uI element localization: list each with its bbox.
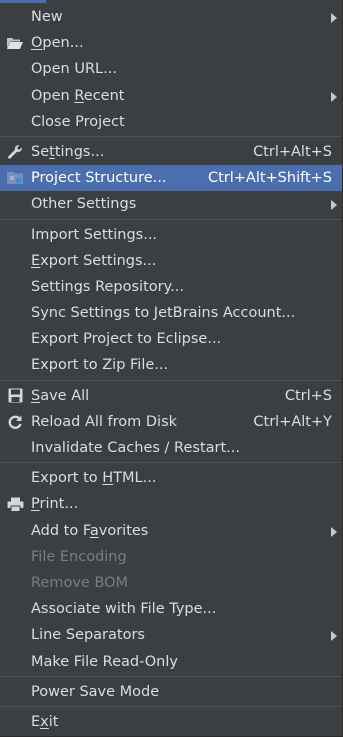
menu-item-label: Sync Settings to JetBrains Account... <box>31 305 296 322</box>
shortcut-label: Ctrl+Alt+S <box>253 143 332 160</box>
menu-item-label: Export Settings... <box>31 252 157 269</box>
wrench-icon <box>5 139 25 165</box>
menu-item-label: Line Separators <box>31 627 145 644</box>
menu-item-open-recent[interactable]: Open Recent <box>0 83 342 109</box>
menu-item-label: Export to Zip File... <box>31 357 169 374</box>
menu-item-label: Remove BOM <box>31 574 129 591</box>
menu-item-make-read-only[interactable]: Make File Read-Only <box>0 649 342 675</box>
menu-item-import-settings[interactable]: Import Settings... <box>0 222 342 248</box>
menu-item-power-save-mode[interactable]: Power Save Mode <box>0 679 342 705</box>
menu-item-other-settings[interactable]: Other Settings <box>0 191 342 217</box>
submenu-arrow-icon <box>331 526 337 537</box>
menu-item-label: Open Recent <box>31 87 125 104</box>
menu-item-reload-all[interactable]: Reload All from Disk Ctrl+Alt+Y <box>0 409 342 435</box>
menu-item-export-eclipse[interactable]: Export Project to Eclipse... <box>0 326 342 352</box>
menu-item-settings[interactable]: Settings... Ctrl+Alt+S <box>0 139 342 165</box>
menu-item-remove-bom: Remove BOM <box>0 570 342 596</box>
menu-item-export-settings[interactable]: Export Settings... <box>0 248 342 274</box>
menu-item-save-all[interactable]: Save All Ctrl+S <box>0 383 342 409</box>
menu-item-associate-file-type[interactable]: Associate with File Type... <box>0 596 342 622</box>
menu-item-label: Print... <box>31 496 79 513</box>
menu-item-label: Save All <box>31 387 90 404</box>
menu-item-label: Project Structure... <box>31 170 167 187</box>
menu-item-label: Associate with File Type... <box>31 601 217 618</box>
menu-item-export-zip[interactable]: Export to Zip File... <box>0 352 342 378</box>
menu-item-label: Make File Read-Only <box>31 653 178 670</box>
menu-item-label: New <box>31 9 63 25</box>
shortcut-label: Ctrl+Alt+Y <box>253 413 332 430</box>
shortcut-label: Ctrl+Alt+Shift+S <box>207 170 332 187</box>
menu-item-settings-repository[interactable]: Settings Repository... <box>0 274 342 300</box>
menu-item-add-to-favorites[interactable]: Add to Favorites <box>0 518 342 544</box>
save-icon <box>5 383 25 409</box>
submenu-arrow-icon <box>331 631 337 642</box>
menu-item-label: Export to HTML... <box>31 470 157 487</box>
menu-item-label: Invalidate Caches / Restart... <box>31 440 240 456</box>
menu-item-label: Power Save Mode <box>31 683 160 700</box>
menu-item-label: Open... <box>31 35 84 52</box>
menu-item-open-url[interactable]: Open URL... <box>0 56 342 82</box>
menu-item-label: Open URL... <box>31 61 117 78</box>
shortcut-label: Ctrl+S <box>284 387 332 404</box>
submenu-arrow-icon <box>331 200 337 211</box>
menu-item-label: Import Settings... <box>31 226 158 243</box>
submenu-arrow-icon <box>331 13 337 23</box>
menu-item-invalidate-caches[interactable]: Invalidate Caches / Restart... <box>0 435 342 461</box>
reload-icon <box>5 409 25 435</box>
menu-item-print[interactable]: Print... <box>0 491 342 517</box>
menu-item-export-html[interactable]: Export to HTML... <box>0 465 342 491</box>
menu-item-sync-settings[interactable]: Sync Settings to JetBrains Account... <box>0 300 342 326</box>
menu-item-label: Exit <box>31 713 59 730</box>
menu-item-label: File Encoding <box>31 548 127 565</box>
project-structure-icon <box>5 165 25 191</box>
menu-item-label: Export Project to Eclipse... <box>31 331 222 348</box>
submenu-arrow-icon <box>331 91 337 102</box>
menu-item-open[interactable]: Open... <box>0 30 342 56</box>
menu-item-exit[interactable]: Exit <box>0 709 342 735</box>
menu-item-label: Settings Repository... <box>31 278 184 295</box>
menu-item-close-project[interactable]: Close Project <box>0 109 342 135</box>
menu-item-new[interactable]: New <box>0 4 342 30</box>
printer-icon <box>5 491 25 517</box>
menu-item-label: Add to Favorites <box>31 522 149 539</box>
menu-anchor-indicator <box>0 0 46 3</box>
menu-item-label: Settings... <box>31 143 105 160</box>
menu-item-project-structure[interactable]: Project Structure... Ctrl+Alt+Shift+S <box>0 165 342 192</box>
menu-item-file-encoding: File Encoding <box>0 544 342 570</box>
menu-item-label: Close Project <box>31 113 125 130</box>
menu-item-line-separators[interactable]: Line Separators <box>0 622 342 648</box>
file-menu: New Open... Open URL... Open Recent Clos… <box>0 0 343 737</box>
menu-item-label: Other Settings <box>31 196 137 213</box>
folder-open-icon <box>5 30 25 56</box>
menu-item-label: Reload All from Disk <box>31 413 178 430</box>
